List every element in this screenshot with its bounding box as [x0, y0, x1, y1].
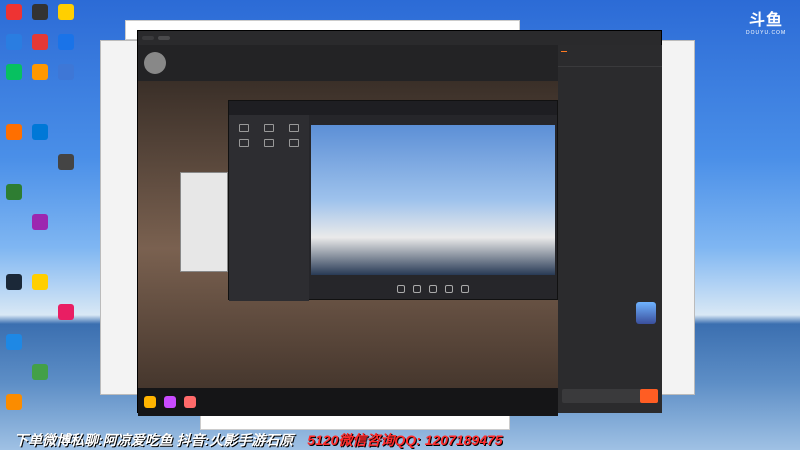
tool-button[interactable] — [257, 124, 280, 133]
douyu-logo: 斗鱼 DOUYU.COM — [746, 6, 786, 36]
send-button[interactable] — [640, 389, 658, 403]
desktop-icons — [0, 0, 80, 430]
speaker-icon — [445, 285, 453, 293]
banner-right-text: 5120微信咨询QQ: 1207189475 — [307, 432, 503, 448]
chat-panel — [558, 45, 662, 413]
desktop-icon[interactable] — [54, 304, 78, 320]
player-tab[interactable] — [158, 36, 170, 40]
toolbar-button[interactable] — [445, 285, 453, 293]
inner-preview[interactable] — [311, 125, 555, 275]
floating-avatar[interactable] — [636, 302, 656, 324]
video-bottom-bar — [138, 388, 558, 416]
tool-button[interactable] — [257, 139, 280, 148]
desktop-icon[interactable] — [28, 124, 52, 140]
settings-icon — [397, 285, 405, 293]
desktop-icon[interactable] — [54, 64, 78, 80]
streamer-avatar[interactable] — [144, 52, 166, 74]
toolbar-button[interactable] — [429, 285, 437, 293]
tool-button[interactable] — [283, 124, 306, 133]
gift-icon[interactable] — [164, 396, 176, 408]
toolbar-button[interactable] — [461, 285, 469, 293]
desktop-icon[interactable] — [2, 64, 26, 80]
thumbnail-window — [180, 172, 228, 272]
desktop-icon[interactable] — [2, 274, 26, 290]
toolbar-button[interactable] — [397, 285, 405, 293]
gift-icon[interactable] — [144, 396, 156, 408]
chat-tab[interactable] — [569, 49, 575, 52]
tool-button[interactable] — [283, 139, 306, 148]
game-icon — [289, 139, 300, 147]
gift-icon[interactable] — [184, 396, 196, 408]
tool-button[interactable] — [232, 139, 255, 148]
mic-icon — [429, 285, 437, 293]
tool-grid — [232, 124, 306, 148]
player-titlebar — [138, 31, 661, 45]
desktop-icon[interactable] — [28, 214, 52, 230]
chat-tab[interactable] — [585, 49, 591, 52]
inner-titlebar — [229, 101, 557, 115]
camera-icon — [263, 124, 274, 132]
desktop-icon[interactable] — [54, 154, 78, 170]
desktop-icon[interactable] — [2, 184, 26, 200]
chat-tab[interactable] — [561, 49, 567, 52]
inner-bottom-toolbar — [311, 279, 555, 299]
screen-icon — [289, 124, 300, 132]
player-tab[interactable] — [142, 36, 154, 40]
window-icon — [238, 124, 249, 132]
inner-sidebar — [229, 115, 309, 301]
desktop-icon[interactable] — [28, 364, 52, 380]
douyu-logo-text: 斗鱼 — [748, 12, 783, 29]
tool-button[interactable] — [232, 124, 255, 133]
camera-icon — [413, 285, 421, 293]
desktop-icon[interactable] — [2, 4, 26, 20]
chat-tabs — [558, 45, 662, 56]
image-icon — [238, 139, 249, 147]
desktop-icon[interactable] — [2, 334, 26, 350]
douyu-logo-url: DOUYU.COM — [746, 30, 787, 36]
desktop-icon[interactable] — [2, 34, 26, 50]
desktop-icon[interactable] — [28, 64, 52, 80]
system-message — [558, 66, 662, 75]
bottom-banner: 下单微博私聊:阿凉爱吃鱼 抖音:火影手游石原 5120微信咨询QQ: 12071… — [0, 430, 800, 450]
banner-left-text: 下单微博私聊:阿凉爱吃鱼 抖音:火影手游石原 — [14, 432, 294, 448]
desktop-icon[interactable] — [28, 34, 52, 50]
desktop-icon[interactable] — [28, 274, 52, 290]
desktop-icon[interactable] — [28, 4, 52, 20]
chat-input[interactable] — [562, 389, 658, 403]
rank-list — [558, 56, 662, 62]
desktop-icon[interactable] — [2, 124, 26, 140]
desktop-icon[interactable] — [54, 34, 78, 50]
record-icon — [461, 285, 469, 293]
text-icon — [263, 139, 274, 147]
inner-stream-app — [228, 100, 558, 301]
toolbar-button[interactable] — [413, 285, 421, 293]
desktop-icon[interactable] — [2, 394, 26, 410]
chat-tab[interactable] — [577, 49, 583, 52]
desktop-icon[interactable] — [54, 4, 78, 20]
